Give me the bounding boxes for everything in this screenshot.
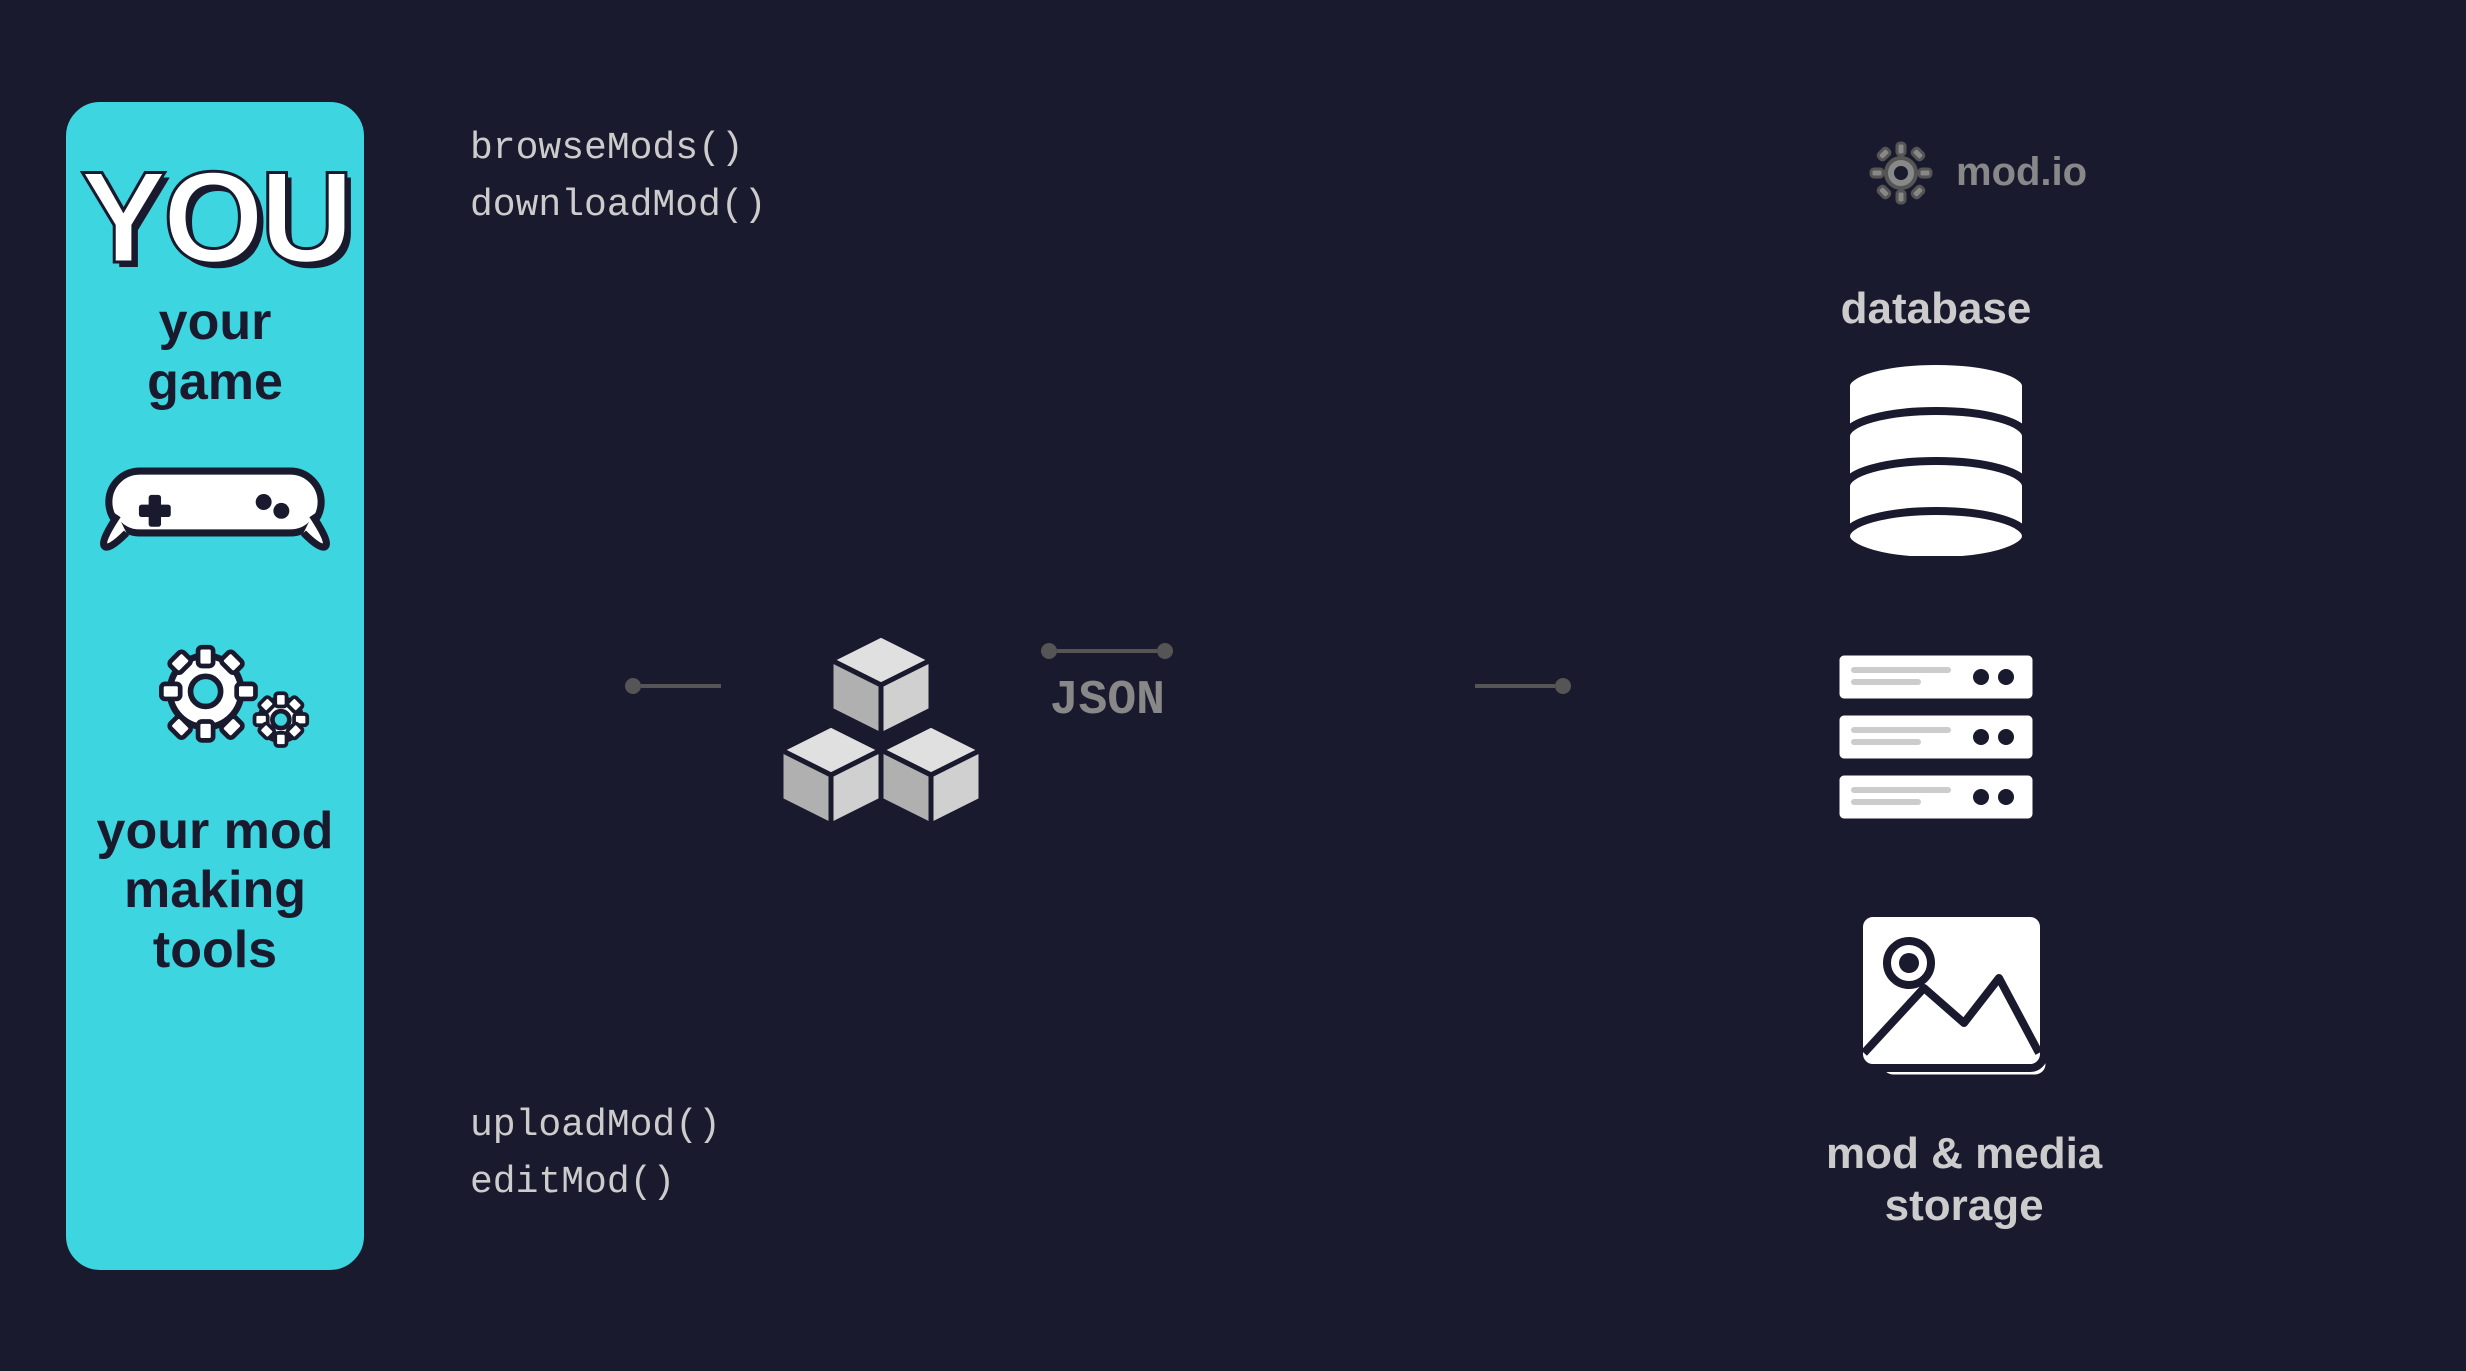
cubes-icon — [781, 635, 981, 835]
right-section: mod.io database — [1826, 40, 2406, 1331]
database-icon — [1826, 356, 2046, 556]
modio-badge: mod.io — [1826, 138, 2087, 208]
dot-right — [1555, 678, 1571, 694]
json-line — [1041, 643, 1173, 659]
edit-mod-text: editMod() — [470, 1154, 721, 1211]
gear-badge-icon — [1866, 138, 1936, 208]
upload-mod-text: uploadMod() — [470, 1097, 721, 1154]
bottom-api-labels: uploadMod() editMod() — [470, 1097, 721, 1211]
browse-mods-text: browseMods() — [470, 120, 766, 177]
server-icon — [1826, 632, 2046, 832]
gears-icon — [105, 602, 325, 762]
server-block — [1826, 632, 2046, 832]
sdk-label: SDK — [810, 537, 954, 615]
json-connector: JSON — [1041, 643, 1173, 728]
dot-json-left — [1041, 643, 1057, 659]
line-json — [1057, 649, 1157, 653]
you-label: YOU — [80, 152, 350, 282]
storage-label: mod & media storage — [1826, 1128, 2102, 1234]
rest-api-label: RESTAPI — [1233, 536, 1414, 686]
gamepad-icon — [100, 452, 330, 552]
storage-icon — [1854, 908, 2074, 1108]
json-label: JSON — [1050, 674, 1165, 728]
left-connector — [625, 678, 721, 694]
middle-section: browseMods() downloadMod() SDK — [370, 40, 1826, 1331]
line-left — [641, 684, 721, 688]
diagram-container: YOU your game — [60, 40, 2406, 1331]
center-row: SDK — [625, 536, 1570, 836]
line-right — [1475, 684, 1555, 688]
dot-json-right — [1157, 643, 1173, 659]
storage-block: mod & media storage — [1826, 908, 2102, 1234]
top-api-labels: browseMods() downloadMod() — [470, 120, 766, 234]
database-block: database — [1826, 283, 2046, 556]
your-game-label: your game — [96, 292, 334, 412]
right-connector — [1475, 678, 1571, 694]
sdk-block: SDK — [781, 537, 981, 835]
code-icon — [1234, 705, 1414, 835]
dot-left — [625, 678, 641, 694]
database-label: database — [1841, 283, 2032, 336]
you-card: YOU your game — [60, 96, 370, 1276]
your-mod-label: your mod making tools — [96, 802, 334, 981]
modio-text: mod.io — [1956, 150, 2087, 195]
download-mod-text: downloadMod() — [470, 177, 766, 234]
rest-api-block: RESTAPI — [1233, 536, 1414, 836]
